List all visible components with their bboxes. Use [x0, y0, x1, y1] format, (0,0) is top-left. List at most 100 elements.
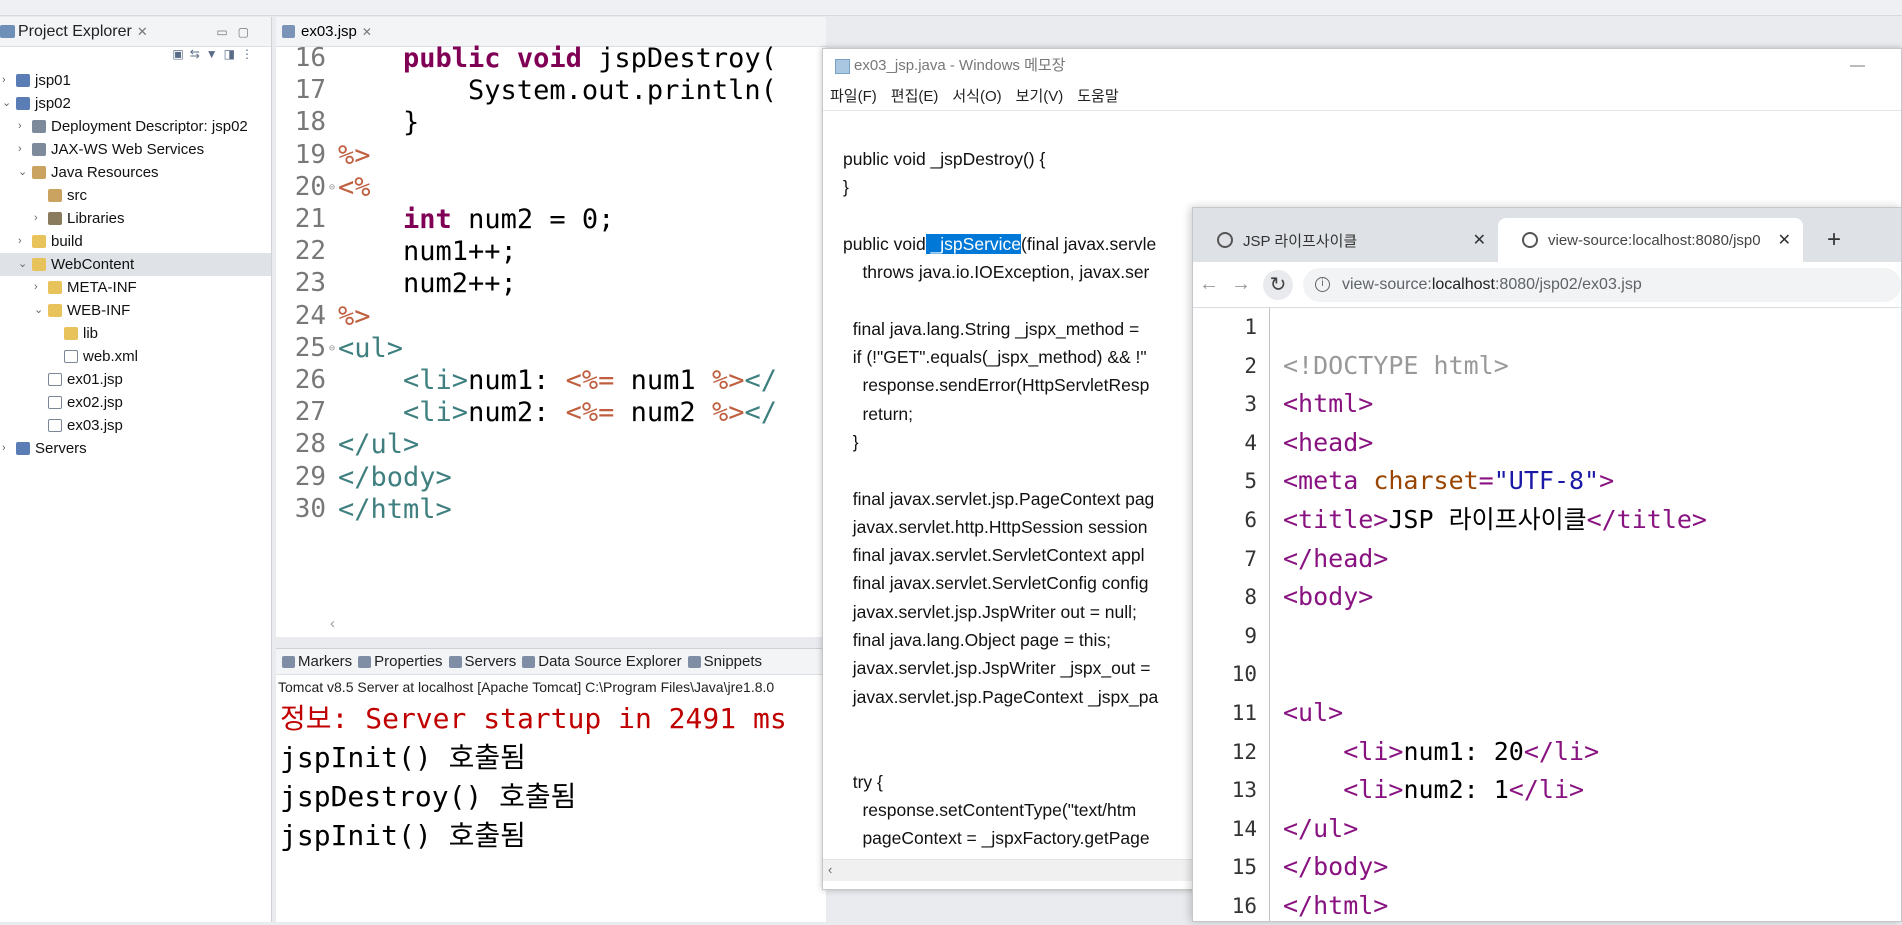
- notepad-line: javax.servlet.jsp.JspWriter out = null;: [843, 601, 1137, 622]
- tree-item-label: jsp01: [35, 72, 71, 89]
- explorer-icon: [0, 25, 15, 38]
- source-line-number: 9: [1244, 623, 1257, 648]
- notepad-titlebar[interactable]: ex03_jsp.java - Windows 메모장 —: [823, 49, 1901, 83]
- close-icon[interactable]: ✕: [1473, 230, 1486, 250]
- notepad-line: pageContext = _jspxFactory.getPage: [843, 828, 1150, 849]
- console-tab-data-source-explorer[interactable]: Data Source Explorer: [522, 653, 682, 670]
- console-line: 정보: Server startup in 2491 ms: [280, 702, 787, 735]
- source-line-text: <!DOCTYPE html>: [1283, 350, 1509, 380]
- source-line: 16 </html>: [1193, 887, 1901, 925]
- view-icon: [448, 655, 462, 668]
- project-explorer-tab[interactable]: Project Explorer ✕ ▭▢: [0, 17, 271, 47]
- notepad-menu-item[interactable]: 파일(F): [830, 83, 877, 110]
- console-tab-properties[interactable]: Properties: [358, 653, 443, 670]
- chevron-down-icon[interactable]: ⌄: [18, 161, 30, 184]
- chevron-down-icon[interactable]: ⌄: [18, 253, 30, 276]
- reload-icon[interactable]: ↻: [1263, 269, 1293, 300]
- console-tab-markers[interactable]: Markers: [282, 653, 352, 670]
- chevron-down-icon[interactable]: ⌄: [2, 92, 14, 115]
- minimize-maximize-icons[interactable]: ▭▢: [216, 25, 259, 39]
- url-host: localhost: [1431, 275, 1495, 293]
- forward-arrow-icon[interactable]: →: [1225, 273, 1257, 296]
- source-line: 8 <body>: [1193, 578, 1901, 616]
- address-bar[interactable]: i view-source: localhost:8080/jsp02/ex03.…: [1303, 267, 1901, 302]
- source-line-text: <meta charset="UTF-8">: [1283, 466, 1615, 496]
- source-line: 4 <head>: [1193, 424, 1901, 462]
- new-tab-icon[interactable]: +: [1827, 226, 1841, 254]
- folder-icon: [48, 281, 62, 294]
- chevron-right-icon[interactable]: ›: [18, 230, 30, 253]
- notepad-menu-item[interactable]: 보기(V): [1016, 83, 1064, 110]
- source-line-text: <li>num2: 1</li>: [1343, 775, 1585, 805]
- tree-item[interactable]: ⌄ Java Resources: [0, 161, 271, 184]
- explorer-toolbar[interactable]: ▣⇆▼◨⋮: [0, 47, 271, 69]
- notepad-line: [843, 739, 1158, 767]
- notepad-title: ex03_jsp.java - Windows 메모장: [854, 57, 1066, 74]
- notepad-line: return;: [843, 403, 914, 424]
- source-line-number: 4: [1244, 430, 1257, 455]
- console-line: jspDestroy() 호출됨: [280, 780, 577, 813]
- project-icon: [16, 442, 30, 455]
- tree-item-label: Java Resources: [51, 164, 159, 181]
- tree-item[interactable]: ⌄ WebContent: [0, 253, 271, 276]
- chevron-right-icon[interactable]: ›: [18, 138, 30, 161]
- source-line-text: </html>: [1283, 891, 1389, 920]
- browser-tab-2[interactable]: view-source:localhost:8080/jsp0 ✕: [1498, 218, 1803, 262]
- tree-item[interactable]: ex02.jsp: [0, 391, 271, 414]
- tree-item[interactable]: ex01.jsp: [0, 368, 271, 391]
- folder-icon: [32, 258, 46, 271]
- notepad-menu-item[interactable]: 서식(O): [952, 83, 1001, 110]
- tree-item[interactable]: ⌄ WEB-INF: [0, 299, 271, 322]
- fold-icon[interactable]: ⊖: [329, 329, 335, 368]
- tree-item-label: Deployment Descriptor: jsp02: [51, 118, 248, 135]
- selected-text[interactable]: _jspService: [925, 233, 1022, 254]
- tree-item[interactable]: › Libraries: [0, 207, 271, 230]
- tree-item[interactable]: src: [0, 184, 271, 207]
- editor-horizontal-scrollbar[interactable]: ‹: [330, 615, 335, 632]
- descriptor-icon: [32, 120, 46, 133]
- chevron-right-icon[interactable]: ›: [2, 69, 14, 92]
- tree-item[interactable]: web.xml: [0, 345, 271, 368]
- minimize-icon[interactable]: —: [1850, 49, 1865, 83]
- chevron-right-icon[interactable]: ›: [2, 437, 14, 460]
- chevron-right-icon[interactable]: ›: [34, 276, 46, 299]
- notepad-text-area[interactable]: public void _jspDestroy() {} public void …: [843, 145, 1158, 852]
- tree-item[interactable]: ex03.jsp: [0, 414, 271, 437]
- tree-item[interactable]: ⌄ jsp02: [0, 92, 271, 115]
- close-icon[interactable]: ✕: [1778, 230, 1791, 250]
- jsp-file-icon: [48, 396, 62, 409]
- chevron-right-icon[interactable]: ›: [34, 207, 46, 230]
- tree-item-label: ex01.jsp: [67, 371, 123, 388]
- back-arrow-icon[interactable]: ←: [1193, 273, 1225, 296]
- tree-item-label: build: [51, 233, 83, 250]
- console-tab-snippets[interactable]: Snippets: [687, 653, 762, 670]
- folder-icon: [48, 304, 62, 317]
- code-editor: ex03.jsp ✕ 16 public void jspDestroy(17 …: [276, 17, 826, 637]
- tree-item-label: JAX-WS Web Services: [51, 141, 205, 158]
- source-line: 3 <html>: [1193, 385, 1901, 423]
- close-icon[interactable]: ✕: [362, 25, 372, 39]
- close-icon[interactable]: ✕: [137, 24, 148, 40]
- source-line-number: 1: [1244, 315, 1257, 339]
- console-tab-servers[interactable]: Servers: [448, 653, 516, 670]
- browser-tab-1[interactable]: JSP 라이프사이클 ✕: [1193, 218, 1498, 262]
- tree-item[interactable]: › META-INF: [0, 276, 271, 299]
- info-icon[interactable]: i: [1315, 277, 1330, 292]
- tree-item[interactable]: › Deployment Descriptor: jsp02: [0, 115, 271, 138]
- source-line-text: </ul>: [1283, 813, 1359, 843]
- chevron-right-icon[interactable]: ›: [18, 115, 30, 138]
- tree-item[interactable]: lib: [0, 322, 271, 345]
- tree-item[interactable]: › Servers: [0, 437, 271, 460]
- chevron-down-icon[interactable]: ⌄: [34, 299, 46, 322]
- tree-item[interactable]: › jsp01: [0, 69, 271, 92]
- source-line-text: <li>num1: 20</li>: [1343, 736, 1600, 766]
- tree-item[interactable]: › JAX-WS Web Services: [0, 138, 271, 161]
- console-output[interactable]: 정보: Server startup in 2491 ms jspInit() 호…: [276, 699, 826, 855]
- notepad-menu-item[interactable]: 도움말: [1077, 83, 1118, 110]
- fold-icon[interactable]: ⊖: [329, 168, 335, 207]
- notepad-menu-item[interactable]: 편집(E): [891, 83, 939, 110]
- source-line-number: 16: [1231, 894, 1257, 918]
- project-icon: [16, 74, 30, 87]
- globe-icon: [1522, 232, 1538, 248]
- tree-item[interactable]: › build: [0, 230, 271, 253]
